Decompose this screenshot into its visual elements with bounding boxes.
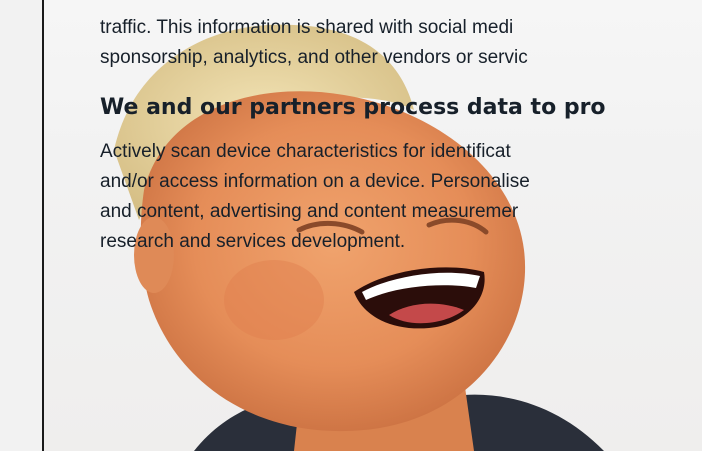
purposes-line: and content, advertising and content mea… xyxy=(100,201,519,222)
consent-overlay: traffic. This information is shared with… xyxy=(0,0,702,451)
purposes-line: and/or access information on a device. P… xyxy=(100,171,530,192)
consent-text-panel: traffic. This information is shared with… xyxy=(100,0,702,257)
intro-line: sponsorship, analytics, and other vendor… xyxy=(100,47,528,68)
purposes-paragraph: Actively scan device characteristics for… xyxy=(100,137,702,257)
cheek-shade xyxy=(224,260,324,340)
intro-line: traffic. This information is shared with… xyxy=(100,17,514,38)
purposes-heading: We and our partners process data to pro xyxy=(100,95,606,120)
purposes-line: Actively scan device characteristics for… xyxy=(100,141,511,162)
purposes-line: research and services development. xyxy=(100,231,406,252)
left-rail xyxy=(0,0,42,451)
consent-intro-paragraph: traffic. This information is shared with… xyxy=(100,0,702,73)
